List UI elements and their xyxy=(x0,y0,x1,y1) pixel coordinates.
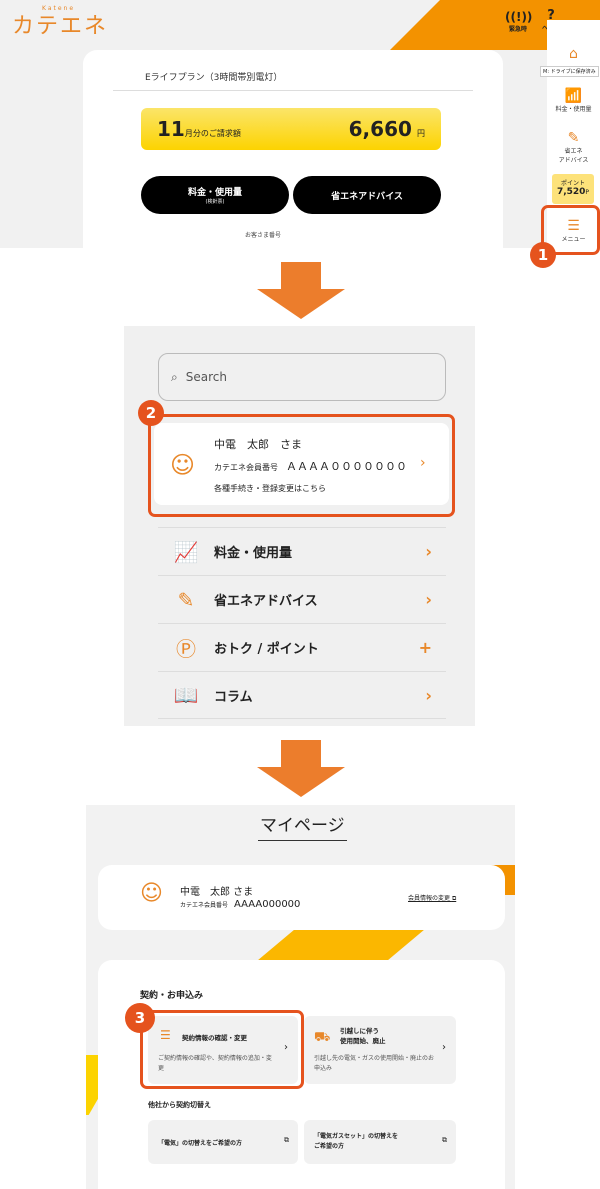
bill-card: Eライフプラン（3時間帯別電灯） 11月分のご請求額 6,660 円 料金・使用… xyxy=(83,50,503,248)
customer-number-label: お客さま番号 xyxy=(245,232,282,239)
section-title: 契約・お申込み xyxy=(140,991,204,1001)
user-icon: ☺ xyxy=(140,881,163,906)
external-link-icon: ⧉ xyxy=(284,1136,289,1144)
bill-amount-box: 11月分のご請求額 6,660 円 xyxy=(141,108,441,150)
chevron-right-icon: › xyxy=(442,1042,446,1053)
side-usage[interactable]: 📶 料金・使用量 xyxy=(547,88,600,113)
search-input[interactable]: ⌕ Search xyxy=(158,353,446,401)
divider xyxy=(113,90,473,91)
usage-button[interactable]: 料金・使用量 (検針票) xyxy=(141,176,289,214)
external-link-icon: ⧉ xyxy=(451,895,457,902)
step-badge-3: 3 xyxy=(125,1003,155,1033)
plan-name: Eライフプラン（3時間帯別電灯） xyxy=(145,73,283,83)
step2-menu-screen: ⌕ Search ☺ 中電 太郎 さま カテエネ会員番号 ＡＡＡＡ０００００００ … xyxy=(124,326,475,726)
logo[interactable]: Katene カテエネ xyxy=(12,5,108,40)
menu-item-usage[interactable]: 📈 料金・使用量 › xyxy=(158,527,446,575)
book-icon: 📖 xyxy=(173,683,199,707)
emergency-button[interactable]: ((!)) 緊急時 xyxy=(505,10,533,33)
menu-item-advice[interactable]: ✎ 省エネアドバイス › xyxy=(158,575,446,623)
chart-icon: 📶 xyxy=(564,88,583,104)
home-icon: ⌂ xyxy=(569,46,578,62)
step1-screen: Kateneカテエネ ((!))緊急時 ?ヘルプ Eライフプラン（3時間帯別電灯… xyxy=(0,0,600,248)
member-change-link[interactable]: 会員情報の変更 ⧉ xyxy=(408,893,456,903)
page-title: マイページ xyxy=(258,811,347,841)
signal-icon: ((!)) xyxy=(505,10,533,24)
side-advice[interactable]: ✎ 省エネ アドバイス xyxy=(547,130,600,164)
arrow-down-icon xyxy=(281,262,321,290)
highlight-2 xyxy=(148,414,455,517)
arrow-head xyxy=(257,767,345,797)
step-badge-1: 1 xyxy=(530,242,556,268)
switch-electric-tile[interactable]: 「電気」の切替えをご希望の方 ⧉ xyxy=(148,1120,298,1164)
side-points[interactable]: ポイント 7,520P xyxy=(552,174,594,204)
truck-icon: ⛟ xyxy=(314,1030,331,1045)
chart-icon: 📈 xyxy=(173,539,199,564)
advice-icon: ✎ xyxy=(177,587,195,612)
advice-icon: ✎ xyxy=(567,130,580,146)
side-home[interactable]: ⌂ xyxy=(547,46,600,62)
point-icon: Ⓟ xyxy=(176,637,196,661)
highlight-3 xyxy=(140,1010,304,1089)
member-card: ☺ 中電 太郎 さま カテエネ会員番号 AAAA000000 会員情報の変更 ⧉ xyxy=(98,865,505,930)
step3-mypage-screen: マイページ ☺ 中電 太郎 さま カテエネ会員番号 AAAA000000 会員情… xyxy=(86,805,515,1189)
decor-stripe xyxy=(258,930,424,960)
arrow-down-icon xyxy=(281,740,321,768)
switch-title: 他社から契約切替え xyxy=(148,1101,211,1109)
member-number-row: カテエネ会員番号 AAAA000000 xyxy=(180,899,301,910)
menu-item-column[interactable]: 📖 コラム › xyxy=(158,671,446,719)
moving-tile[interactable]: ⛟ 引越しに伴う 使用開始、廃止 引越し先の電気・ガスの使用開始・廃止のお申込み … xyxy=(304,1016,456,1084)
step-badge-2: 2 xyxy=(138,400,164,426)
member-name: 中電 太郎 さま xyxy=(180,887,254,898)
tooltip: M: ドライブに保存済み xyxy=(540,66,599,77)
advice-button[interactable]: 省エネアドバイス xyxy=(293,176,441,214)
arrow-head xyxy=(257,289,345,319)
search-icon: ⌕ xyxy=(171,369,178,384)
switch-set-tile[interactable]: 「電気ガスセット」の切替えを ご希望の方 ⧉ xyxy=(304,1120,456,1164)
menu-item-points[interactable]: Ⓟ おトク / ポイント + xyxy=(158,623,446,671)
external-link-icon: ⧉ xyxy=(442,1136,447,1144)
